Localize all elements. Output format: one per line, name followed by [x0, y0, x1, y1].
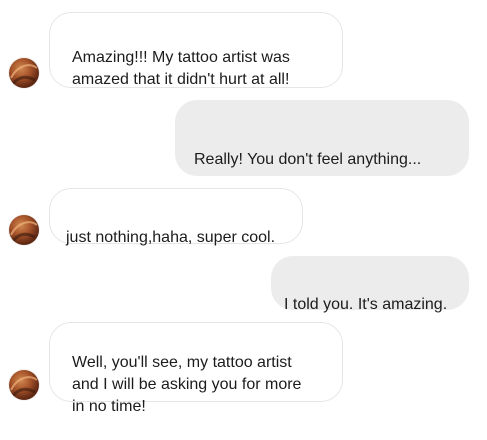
chat-thread: Amazing!!! My tattoo artist was amazed t… [0, 0, 487, 415]
incoming-message-bubble[interactable]: Well, you'll see, my tattoo artist and I… [49, 322, 343, 415]
incoming-message-bubble[interactable]: just nothing,haha, super cool. [49, 188, 303, 246]
message-text: Really! You don't feel anything... [194, 151, 422, 168]
contact-avatar[interactable] [9, 215, 39, 245]
message-text: I told you. It's amazing. [284, 296, 448, 313]
incoming-message-bubble[interactable]: Amazing!!! My tattoo artist was amazed t… [49, 12, 343, 88]
outgoing-message-bubble[interactable]: I told you. It's amazing. [271, 256, 469, 313]
contact-avatar[interactable] [9, 58, 39, 88]
contact-avatar[interactable] [9, 370, 39, 400]
outgoing-message-bubble[interactable]: Really! You don't feel anything... [175, 100, 469, 176]
message-text: Well, you'll see, my tattoo artist and I… [72, 354, 302, 415]
message-text: just nothing,haha, super cool. [66, 229, 276, 246]
message-text: Amazing!!! My tattoo artist was amazed t… [72, 49, 290, 88]
